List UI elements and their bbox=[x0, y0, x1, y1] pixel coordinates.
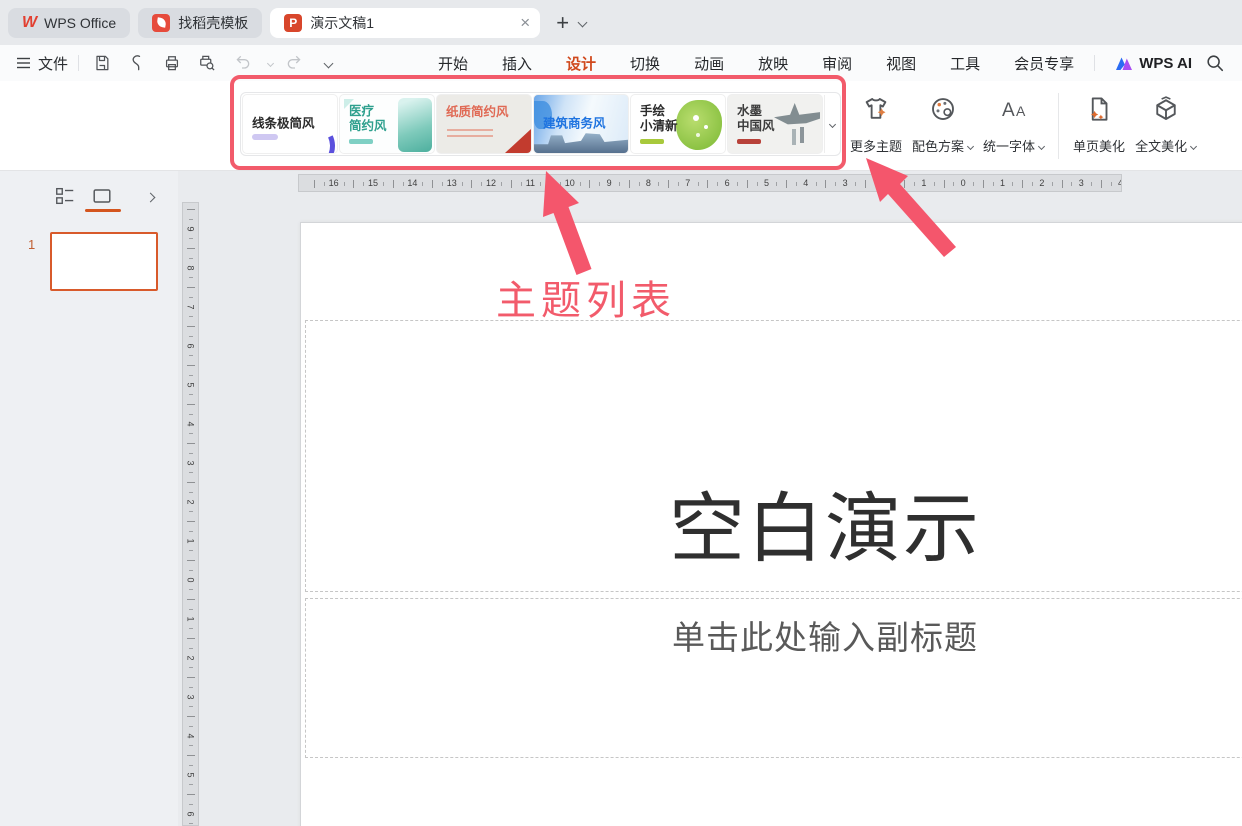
slide-view-button[interactable] bbox=[90, 184, 114, 208]
undo-icon bbox=[232, 53, 252, 73]
chevron-down-icon bbox=[967, 143, 974, 150]
export-button[interactable] bbox=[124, 51, 150, 75]
tshirt-star-icon bbox=[859, 93, 893, 125]
hamburger-icon bbox=[16, 57, 31, 69]
svg-text:A: A bbox=[1016, 103, 1026, 119]
menu-transition[interactable]: 切换 bbox=[630, 53, 660, 74]
export-curve-icon bbox=[127, 53, 147, 73]
tab-presentation[interactable]: P 演示文稿1 × bbox=[270, 8, 540, 38]
beautify-page-button[interactable]: 单页美化 bbox=[1071, 89, 1127, 163]
slide-number: 1 bbox=[28, 237, 35, 252]
menu-tools[interactable]: 工具 bbox=[950, 53, 980, 74]
expand-theme-gallery-button[interactable] bbox=[824, 95, 840, 153]
chevron-right-icon bbox=[145, 192, 155, 202]
menubar-right-cluster: WPS AI bbox=[1084, 45, 1228, 81]
subtitle-placeholder-text: 单击此处输入副标题 bbox=[672, 611, 978, 659]
divider bbox=[78, 55, 79, 71]
theme-hand-drawn-fresh[interactable]: 手绘小清新 bbox=[630, 94, 726, 154]
slide-1-thumbnail[interactable] bbox=[50, 232, 158, 291]
theme-line-minimal[interactable]: 线条极简风 bbox=[242, 94, 338, 154]
page-sparkle-icon bbox=[1082, 93, 1116, 125]
docer-icon bbox=[152, 14, 170, 32]
file-menu-button[interactable]: 文件 bbox=[16, 53, 68, 74]
wps-ai-label: WPS AI bbox=[1139, 55, 1192, 72]
printer-icon bbox=[162, 53, 182, 73]
file-menu-label: 文件 bbox=[38, 53, 68, 74]
tab-docer-templates[interactable]: 找稻壳模板 bbox=[138, 8, 262, 38]
print-preview-button[interactable] bbox=[194, 51, 220, 75]
fonts-icon: AA bbox=[997, 93, 1031, 125]
tab-list-chevron-down-icon[interactable] bbox=[578, 18, 588, 28]
theme-list: 线条极简风医疗简约风纸质简约风建筑商务风手绘小清新水墨中国风 bbox=[240, 92, 841, 156]
undo-button[interactable] bbox=[229, 51, 255, 75]
menu-member[interactable]: 会员专享 bbox=[1014, 53, 1074, 74]
menu-items: 开始 插入 设计 切换 动画 放映 审阅 视图 工具 会员专享 bbox=[438, 45, 1074, 81]
theme-medical-simple[interactable]: 医疗简约风 bbox=[339, 94, 435, 154]
tab-label: 演示文稿1 bbox=[310, 13, 374, 33]
save-icon bbox=[92, 53, 112, 73]
unify-fonts-button[interactable]: AA统一字体 bbox=[981, 89, 1046, 163]
more-themes-button[interactable]: 更多主题 bbox=[848, 89, 904, 163]
redo-icon bbox=[285, 53, 305, 73]
chevron-down-icon bbox=[1038, 143, 1045, 150]
tab-wps-office[interactable]: W WPS Office bbox=[8, 8, 130, 38]
save-button[interactable] bbox=[89, 51, 115, 75]
wps-ai-logo-icon bbox=[1115, 55, 1133, 71]
vertical-ruler[interactable]: 9876543210123456 bbox=[182, 202, 199, 826]
horizontal-ruler[interactable]: 1615141312111098765432101234567 bbox=[298, 174, 1122, 192]
palette-icon bbox=[926, 93, 960, 125]
editing-canvas-area: 1615141312111098765432101234567 98765432… bbox=[178, 171, 1242, 826]
color-scheme-button[interactable]: 配色方案 bbox=[910, 89, 975, 163]
subtitle-placeholder[interactable]: 单击此处输入副标题 bbox=[305, 598, 1242, 758]
menu-bar: 文件 bbox=[0, 45, 1242, 81]
menu-view[interactable]: 视图 bbox=[886, 53, 916, 74]
wps-logo-icon: W bbox=[22, 14, 36, 32]
beautify-box-icon bbox=[1149, 93, 1183, 125]
wps-presentation-window: W WPS Office 找稻壳模板 P 演示文稿1 × + 文件 bbox=[0, 0, 1242, 826]
theme-ink-chinese[interactable]: 水墨中国风 bbox=[727, 94, 823, 154]
slide-thumbnail-panel: 1 bbox=[0, 171, 178, 826]
active-view-indicator bbox=[85, 209, 121, 212]
menu-insert[interactable]: 插入 bbox=[502, 53, 532, 74]
outline-view-button[interactable] bbox=[53, 184, 77, 208]
tab-label: WPS Office bbox=[44, 15, 116, 31]
wps-ai-button[interactable]: WPS AI bbox=[1115, 55, 1192, 72]
close-tab-icon[interactable]: × bbox=[520, 14, 530, 31]
collapse-panel-button[interactable] bbox=[138, 185, 162, 209]
tab-label: 找稻壳模板 bbox=[178, 13, 248, 33]
title-placeholder[interactable]: 空白演示 bbox=[305, 320, 1242, 592]
new-tab-button[interactable]: + bbox=[556, 10, 569, 36]
ppt-file-icon: P bbox=[284, 14, 302, 32]
beautify-all-button[interactable]: 全文美化 bbox=[1133, 89, 1198, 163]
print-button[interactable] bbox=[159, 51, 185, 75]
chevron-down-icon bbox=[1190, 143, 1197, 150]
window-tab-bar: W WPS Office 找稻壳模板 P 演示文稿1 × + bbox=[0, 0, 1242, 45]
menu-slideshow[interactable]: 放映 bbox=[758, 53, 788, 74]
menu-animation[interactable]: 动画 bbox=[694, 53, 724, 74]
divider bbox=[1094, 55, 1095, 71]
undo-chevron-down-icon[interactable] bbox=[267, 59, 274, 66]
theme-paper-simple[interactable]: 纸质简约风 bbox=[436, 94, 532, 154]
theme-architecture-business[interactable]: 建筑商务风 bbox=[533, 94, 629, 154]
chevron-down-icon bbox=[829, 120, 836, 127]
svg-text:A: A bbox=[1002, 100, 1015, 121]
slide-view-icon bbox=[91, 185, 113, 207]
quick-access-toolbar bbox=[89, 51, 332, 75]
search-icon bbox=[1205, 53, 1225, 73]
toolbar-more-chevron-down-icon[interactable] bbox=[324, 58, 334, 68]
menu-review[interactable]: 审阅 bbox=[822, 53, 852, 74]
design-ribbon: 线条极简风医疗简约风纸质简约风建筑商务风手绘小清新水墨中国风 更多主题配色方案A… bbox=[0, 81, 1242, 171]
search-button[interactable] bbox=[1202, 51, 1228, 75]
slide-title-text: 空白演示 bbox=[669, 467, 981, 577]
menu-design[interactable]: 设计 bbox=[566, 53, 596, 74]
print-preview-icon bbox=[197, 53, 217, 73]
outline-view-icon bbox=[54, 185, 76, 207]
redo-button[interactable] bbox=[282, 51, 308, 75]
ribbon-buttons: 更多主题配色方案AA统一字体单页美化全文美化 bbox=[848, 89, 1198, 163]
menu-home[interactable]: 开始 bbox=[438, 53, 468, 74]
divider bbox=[1058, 93, 1059, 159]
